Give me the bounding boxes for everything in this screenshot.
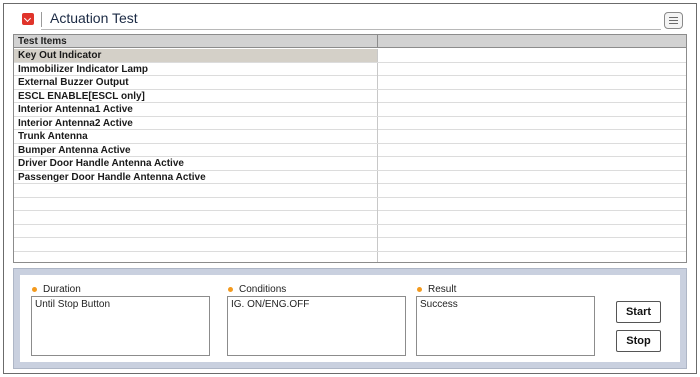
table-cell — [378, 184, 686, 197]
table-cell: External Buzzer Output — [14, 76, 378, 89]
duration-label: Duration — [32, 284, 81, 295]
table-row[interactable]: Interior Antenna2 Active — [14, 116, 686, 130]
table-cell — [378, 238, 686, 251]
table-row[interactable]: Key Out Indicator — [14, 49, 686, 63]
header-divider — [41, 29, 661, 30]
table-cell — [14, 184, 378, 197]
header: Actuation Test — [4, 4, 696, 32]
table-cell — [14, 224, 378, 238]
table-cell: Trunk Antenna — [14, 130, 378, 143]
stop-button[interactable]: Stop — [616, 330, 661, 352]
table-row[interactable]: Interior Antenna1 Active — [14, 103, 686, 117]
table-row[interactable]: Passenger Door Handle Antenna Active — [14, 170, 686, 184]
conditions-label: Conditions — [228, 284, 286, 295]
test-items-table: Test Items Key Out Indicator Immobilizer… — [13, 34, 687, 263]
table-row[interactable]: Trunk Antenna — [14, 130, 686, 144]
conditions-label-text: Conditions — [239, 284, 287, 295]
test-control-panel-inner: Duration Until Stop Button Conditions IG… — [20, 275, 680, 362]
table-row — [14, 251, 686, 263]
table-cell — [378, 211, 686, 224]
duration-label-text: Duration — [43, 284, 81, 295]
table-cell — [14, 238, 378, 251]
list-icon[interactable] — [664, 12, 683, 29]
chevron-down-icon[interactable] — [22, 13, 34, 25]
result-field[interactable]: Success — [416, 296, 595, 356]
bullet-icon — [32, 286, 37, 292]
table-cell: ESCL ENABLE[ESCL only] — [14, 89, 378, 103]
table-cell — [378, 76, 686, 89]
bullet-icon — [417, 286, 422, 292]
table-cell — [378, 171, 686, 184]
table-cell: Interior Antenna2 Active — [14, 116, 378, 130]
table-cell — [378, 63, 686, 76]
column-header-test-items[interactable]: Test Items — [14, 35, 378, 48]
conditions-field[interactable]: IG. ON/ENG.OFF — [227, 296, 406, 356]
start-button[interactable]: Start — [616, 301, 661, 323]
column-header-value[interactable] — [378, 35, 686, 48]
table-header: Test Items — [14, 35, 686, 48]
table-row — [14, 224, 686, 238]
table-cell: Bumper Antenna Active — [14, 143, 378, 157]
table-row[interactable]: External Buzzer Output — [14, 76, 686, 90]
result-label: Result — [417, 284, 456, 295]
table-cell: Driver Door Handle Antenna Active — [14, 157, 378, 170]
table-cell — [378, 198, 686, 211]
table-row — [14, 197, 686, 211]
page-title: Actuation Test — [50, 10, 138, 26]
table-cell — [14, 251, 378, 262]
table-row[interactable]: Driver Door Handle Antenna Active — [14, 157, 686, 171]
table-cell — [378, 117, 686, 130]
table-cell — [14, 197, 378, 211]
table-cell: Interior Antenna1 Active — [14, 103, 378, 116]
table-cell — [378, 252, 686, 263]
table-cell — [378, 49, 686, 62]
table-cell — [14, 211, 378, 224]
table-row[interactable]: Bumper Antenna Active — [14, 143, 686, 157]
table-row[interactable]: Immobilizer Indicator Lamp — [14, 62, 686, 76]
table-cell — [378, 157, 686, 170]
result-label-text: Result — [428, 284, 457, 295]
header-separator — [41, 12, 42, 27]
bullet-icon — [228, 286, 233, 292]
table-cell — [378, 90, 686, 103]
table-cell: Passenger Door Handle Antenna Active — [14, 170, 378, 184]
table-row — [14, 184, 686, 198]
table-cell: Immobilizer Indicator Lamp — [14, 62, 378, 76]
table-cell — [378, 144, 686, 157]
table-body: Key Out Indicator Immobilizer Indicator … — [14, 49, 686, 263]
test-control-panel: Duration Until Stop Button Conditions IG… — [13, 268, 687, 369]
actuation-test-window: Actuation Test Test Items Key Out Indica… — [3, 3, 697, 374]
table-row[interactable]: ESCL ENABLE[ESCL only] — [14, 89, 686, 103]
table-cell — [378, 130, 686, 143]
table-cell: Key Out Indicator — [14, 49, 378, 62]
table-row — [14, 211, 686, 225]
table-cell — [378, 225, 686, 238]
table-row — [14, 238, 686, 252]
table-cell — [378, 103, 686, 116]
duration-field[interactable]: Until Stop Button — [31, 296, 210, 356]
